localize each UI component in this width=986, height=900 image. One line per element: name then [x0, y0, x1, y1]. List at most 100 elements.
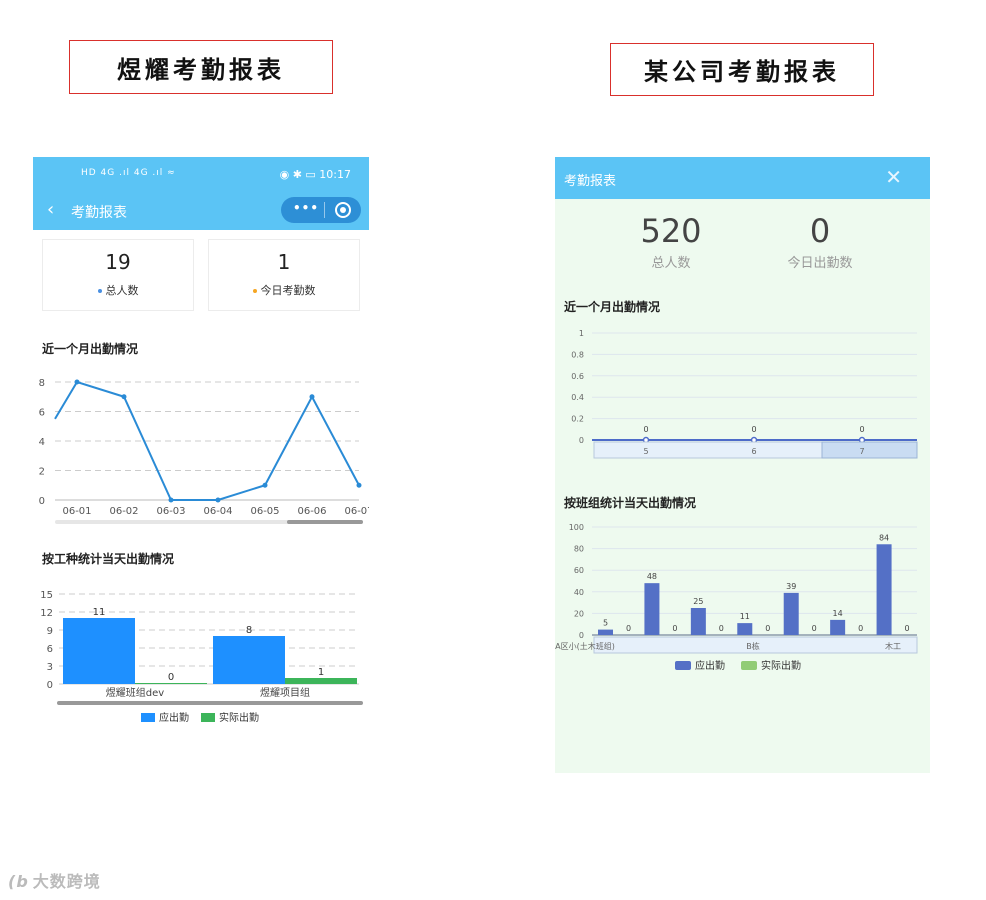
data-point: [356, 482, 362, 488]
more-menu-icon[interactable]: •••: [293, 201, 319, 215]
legend-swatch: [741, 661, 757, 670]
x-tick-label: 06-02: [109, 506, 138, 517]
data-point: [215, 497, 221, 503]
section-title-month: 近一个月出勤情况: [42, 342, 139, 356]
y-tick-label: 0: [579, 436, 584, 445]
x-tick-label: 06-06: [297, 506, 326, 517]
data-point: [309, 394, 315, 400]
status-icons: ◉ ✱ ▭: [279, 168, 316, 181]
stat-value: 1: [277, 250, 291, 274]
x-tick-label: 06-01: [62, 506, 91, 517]
bar: [737, 623, 753, 635]
section-title-month: 近一个月出勤情况: [564, 300, 661, 314]
bar-value-label: 0: [719, 624, 724, 633]
legend-label: 实际出勤: [761, 659, 801, 672]
y-tick-label: 100: [569, 523, 584, 532]
signal-icons: HD 4G .ıl 4G .ıl ≈: [81, 168, 176, 178]
legend-label: 实际出勤: [219, 711, 259, 724]
stat-card-today: 1 今日考勤数: [208, 239, 360, 311]
close-icon[interactable]: ✕: [885, 165, 902, 189]
y-tick-label: 6: [47, 644, 53, 655]
y-tick-label: 0: [579, 631, 584, 640]
bar-value-label: 48: [647, 572, 657, 581]
y-tick-label: 60: [574, 566, 584, 575]
x-tick-label: 煜耀班组dev: [106, 686, 164, 699]
bar: [285, 678, 357, 684]
y-tick-label: 1: [579, 329, 584, 338]
stat-value: 19: [105, 250, 131, 274]
data-point: [121, 394, 127, 400]
x-tick-label: A区小(土木班组): [555, 641, 615, 651]
data-point: [74, 379, 80, 385]
y-tick-label: 2: [39, 467, 45, 478]
section-title-group: 按班组统计当天出勤情况: [564, 496, 697, 510]
right-phone-screen: 考勤报表 ✕ 520 总人数 0 今日出勤数 近一个月出勤情况 0 0.2 0.4 0…: [555, 157, 930, 773]
capsule-divider: [324, 202, 325, 218]
x-tick-label: 06-05: [250, 506, 279, 517]
bar-value-label: 0: [626, 624, 631, 633]
stat-label: 总人数: [651, 256, 691, 271]
data-label: 0: [859, 425, 864, 434]
type-bar-chart: 0 3 6 9 12 15 11 0 煜耀班组dev 8 1 煜耀项目组应出勤 实际出勤: [40, 590, 363, 724]
data-point: [168, 497, 174, 503]
close-target-icon[interactable]: [335, 202, 351, 218]
y-tick-label: 15: [40, 590, 53, 601]
bar-value-label: 0: [168, 672, 174, 683]
y-tick-label: 0.4: [571, 393, 584, 402]
bar-value-label: 5: [603, 619, 608, 628]
right-report-title: 某公司考勤报表: [610, 43, 874, 96]
bar: [644, 583, 660, 635]
scrollbar: [57, 701, 363, 705]
legend-swatch: [675, 661, 691, 670]
left-report-title: 煜耀考勤报表: [69, 40, 333, 94]
legend-swatch: [141, 713, 155, 722]
x-tick-label: 06-07: [344, 506, 369, 517]
nav-title: 考勤报表: [71, 205, 127, 221]
bar-value-label: 14: [833, 609, 843, 618]
blue-dot-icon: [97, 289, 102, 293]
stat-value: 520: [640, 212, 702, 250]
bar-value-label: 0: [765, 624, 770, 633]
nav-bar: ‹ 考勤报表 •••: [33, 191, 369, 230]
bar-value-label: 8: [246, 625, 252, 636]
bar-value-label: 0: [858, 624, 863, 633]
watermark: (b 大数跨境: [8, 868, 101, 892]
legend-swatch: [201, 713, 215, 722]
stat-today: 0 今日出勤数: [760, 212, 880, 271]
bar: [690, 608, 706, 635]
bar-value-label: 0: [905, 624, 910, 633]
legend-label: 应出勤: [695, 659, 725, 672]
section-title-type: 按工种统计当天出勤情况: [42, 552, 175, 566]
y-tick-label: 0.2: [571, 415, 584, 424]
status-bar: HD 4G .ıl 4G .ıl ≈ ◉ ✱ ▭ 10:17: [33, 157, 369, 191]
x-tick-label: 7: [859, 447, 864, 456]
bar: [135, 683, 207, 684]
x-tick-label: 06-03: [156, 506, 185, 517]
data-label: 0: [751, 425, 756, 434]
data-point: [262, 482, 268, 488]
y-tick-label: 4: [39, 437, 45, 448]
x-tick-label: 5: [643, 447, 648, 456]
y-tick-label: 0: [39, 496, 45, 507]
watermark-logo-icon: (b: [8, 872, 29, 891]
x-tick-label: B栋: [746, 641, 760, 651]
y-tick-label: 0.6: [571, 372, 584, 381]
y-tick-label: 80: [574, 545, 584, 554]
stat-label: 总人数: [43, 282, 193, 298]
stat-label: 今日考勤数: [209, 282, 359, 298]
bar-value-label: 0: [672, 624, 677, 633]
chevron-left-icon[interactable]: ‹: [47, 199, 54, 220]
y-tick-label: 6: [39, 408, 45, 419]
stat-card-total: 19 总人数: [42, 239, 194, 311]
y-tick-label: 8: [39, 378, 45, 389]
bar: [830, 619, 846, 635]
month-line-chart: 0 2 4 6 8 06-01 06-02 06-03 06-04 06-05 06-06 06-07: [39, 378, 369, 524]
y-tick-label: 3: [47, 662, 53, 673]
miniprogram-capsule: •••: [281, 197, 361, 223]
x-tick-label: 木工: [885, 641, 901, 651]
month-line-chart: 0 0.2 0.4 0.6 0.8 1 0 0 0 5 6 7: [571, 329, 918, 459]
y-tick-label: 20: [574, 609, 584, 618]
scrollbar-thumb: [287, 520, 363, 524]
status-right: ◉ ✱ ▭ 10:17: [280, 168, 351, 181]
y-tick-label: 12: [40, 608, 53, 619]
